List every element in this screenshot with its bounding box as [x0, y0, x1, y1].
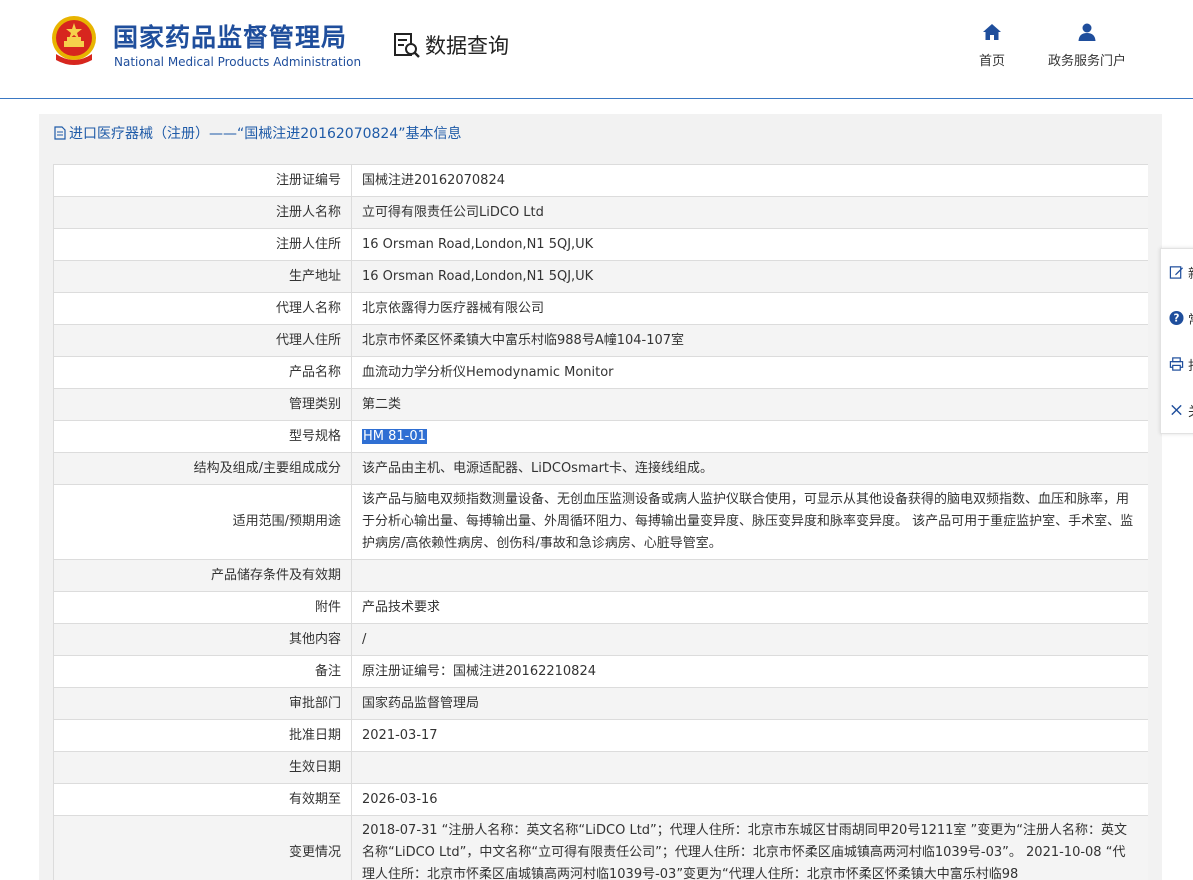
sidebar-item-close[interactable]: 关 [1161, 387, 1193, 433]
help-icon: ? [1169, 310, 1184, 326]
field-value: 16 Orsman Road,London,N1 5QJ,UK [351, 228, 1148, 261]
edit-icon [1169, 266, 1184, 279]
table-row: 生效日期 [53, 751, 1148, 784]
field-label: 适用范围/预期用途 [53, 484, 352, 560]
field-value: / [351, 623, 1148, 656]
field-value: 该产品与脑电双频指数测量设备、无创血压监测设备或病人监护仪联合使用，可显示从其他… [351, 484, 1148, 560]
field-value: 16 Orsman Road,London,N1 5QJ,UK [351, 260, 1148, 293]
sidebar-item-faq[interactable]: ? 常 [1161, 295, 1193, 341]
field-label: 附件 [53, 591, 352, 624]
field-label: 结构及组成/主要组成成分 [53, 452, 352, 485]
table-row: 批准日期 2021-03-17 [53, 719, 1148, 752]
table-row: 代理人住所 北京市怀柔区怀柔镇大中富乐村临988号A幢104-107室 [53, 324, 1148, 357]
field-value: HM 81-01 [351, 420, 1148, 453]
field-value: 产品技术要求 [351, 591, 1148, 624]
section-title: 数据查询 [425, 34, 509, 58]
data-query-title: 数据查询 [392, 30, 509, 60]
field-label: 审批部门 [53, 687, 352, 720]
detail-table: 注册证编号 国械注进20162070824 注册人名称 立可得有限责任公司LiD… [53, 164, 1148, 880]
table-row: 产品名称 血流动力学分析仪Hemodynamic Monitor [53, 356, 1148, 389]
field-label: 代理人名称 [53, 292, 352, 325]
table-row: 注册证编号 国械注进20162070824 [53, 164, 1148, 197]
sidebar-item-label: 常 [1188, 309, 1193, 328]
nav-portal-label: 政务服务门户 [1047, 54, 1126, 69]
field-value: 第二类 [351, 388, 1148, 421]
field-value: 2021-03-17 [351, 719, 1148, 752]
table-row: 管理类别 第二类 [53, 388, 1148, 421]
brand-name-cn: 国家药品监督管理局 [113, 23, 348, 52]
svg-text:?: ? [1174, 313, 1180, 325]
table-row: 附件 产品技术要求 [53, 591, 1148, 624]
print-icon [1169, 357, 1184, 371]
sidebar-item-label: 新 [1188, 263, 1193, 282]
field-value: 北京市怀柔区怀柔镇大中富乐村临988号A幢104-107室 [351, 324, 1148, 357]
field-label: 生效日期 [53, 751, 352, 784]
table-row: 其他内容 / [53, 623, 1148, 656]
home-icon [983, 24, 1001, 40]
field-label: 变更情况 [53, 815, 352, 880]
field-label: 注册人住所 [53, 228, 352, 261]
field-value: 国家药品监督管理局 [351, 687, 1148, 720]
nav-home-label: 首页 [978, 54, 1005, 69]
field-label: 批准日期 [53, 719, 352, 752]
table-row: 变更情况 2018-07-31 “注册人名称：英文名称“LiDCO Ltd”；代… [53, 815, 1148, 880]
table-row: 备注 原注册证编号：国械注进20162210824 [53, 655, 1148, 688]
sidebar-item-print[interactable]: 打 [1161, 341, 1193, 387]
table-row: 审批部门 国家药品监督管理局 [53, 687, 1148, 720]
field-label: 其他内容 [53, 623, 352, 656]
breadcrumb: 进口医疗器械（注册）——“国械注进20162070824”基本信息 [69, 126, 462, 142]
table-row: 型号规格 HM 81-01 [53, 420, 1148, 453]
field-label: 注册人名称 [53, 196, 352, 229]
field-label: 生产地址 [53, 260, 352, 293]
table-row: 代理人名称 北京依露得力医疗器械有限公司 [53, 292, 1148, 325]
field-value [351, 751, 1148, 784]
field-value: 血流动力学分析仪Hemodynamic Monitor [351, 356, 1148, 389]
panel-header: 进口医疗器械（注册）——“国械注进20162070824”基本信息 [39, 114, 1162, 152]
field-value: 原注册证编号：国械注进20162210824 [351, 655, 1148, 688]
nav-home[interactable]: 首页 [972, 22, 1012, 69]
field-value [351, 559, 1148, 592]
field-label: 型号规格 [53, 420, 352, 453]
table-row: 生产地址 16 Orsman Road,London,N1 5QJ,UK [53, 260, 1148, 293]
side-toolbar: 新 ? 常 打 关 [1160, 248, 1193, 434]
field-value: 立可得有限责任公司LiDCO Ltd [351, 196, 1148, 229]
table-row: 有效期至 2026-03-16 [53, 783, 1148, 816]
detail-table-container: 注册证编号 国械注进20162070824 注册人名称 立可得有限责任公司LiD… [53, 164, 1148, 880]
document-icon [54, 126, 66, 140]
info-panel: 进口医疗器械（注册）——“国械注进20162070824”基本信息 注册证编号 … [39, 114, 1162, 880]
sidebar-item-new[interactable]: 新 [1161, 249, 1193, 295]
field-label: 注册证编号 [53, 164, 352, 197]
field-label: 产品储存条件及有效期 [53, 559, 352, 592]
table-row: 注册人名称 立可得有限责任公司LiDCO Ltd [53, 196, 1148, 229]
table-row: 注册人住所 16 Orsman Road,London,N1 5QJ,UK [53, 228, 1148, 261]
field-label: 有效期至 [53, 783, 352, 816]
user-icon [1078, 23, 1096, 41]
brand-name-en: National Medical Products Administration [114, 55, 362, 69]
field-value: 该产品由主机、电源适配器、LiDCOsmart卡、连接线组成。 [351, 452, 1148, 485]
sidebar-item-label: 打 [1188, 355, 1193, 374]
document-search-icon [394, 33, 420, 58]
table-row: 产品储存条件及有效期 [53, 559, 1148, 592]
field-value: 2026-03-16 [351, 783, 1148, 816]
table-row: 结构及组成/主要组成成分 该产品由主机、电源适配器、LiDCOsmart卡、连接… [53, 452, 1148, 485]
sidebar-item-label: 关 [1188, 401, 1193, 420]
table-row: 适用范围/预期用途 该产品与脑电双频指数测量设备、无创血压监测设备或病人监护仪联… [53, 484, 1148, 560]
site-header: 国家药品监督管理局 National Medical Products Admi… [0, 0, 1193, 99]
field-value: 北京依露得力医疗器械有限公司 [351, 292, 1148, 325]
close-icon [1171, 404, 1182, 416]
field-label: 产品名称 [53, 356, 352, 389]
selected-text: HM 81-01 [362, 428, 427, 444]
field-label: 管理类别 [53, 388, 352, 421]
nav-service-portal[interactable]: 政务服务门户 [1040, 22, 1134, 69]
national-emblem-icon [52, 16, 96, 65]
field-value: 国械注进20162070824 [351, 164, 1148, 197]
field-label: 代理人住所 [53, 324, 352, 357]
field-label: 备注 [53, 655, 352, 688]
field-value: 2018-07-31 “注册人名称：英文名称“LiDCO Ltd”；代理人住所：… [351, 815, 1148, 880]
